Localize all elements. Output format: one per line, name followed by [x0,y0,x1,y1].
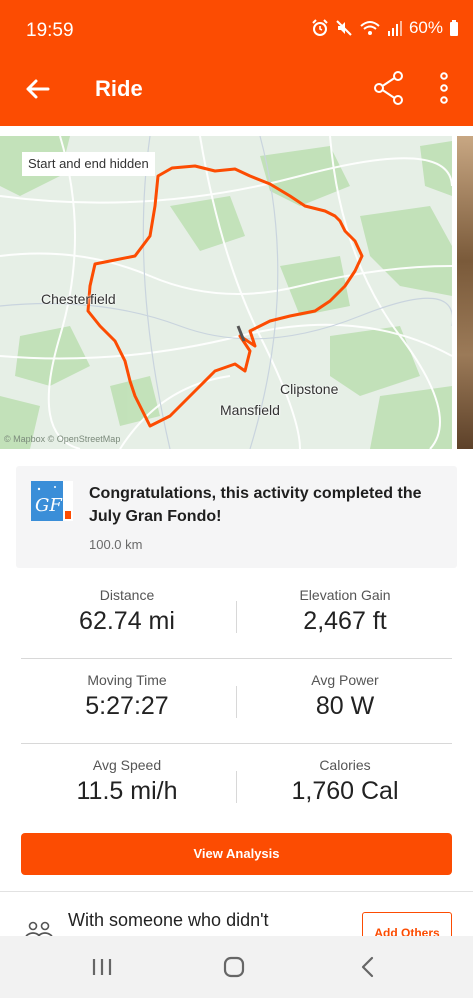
page-title: Ride [95,76,143,101]
stat-label-distance: Distance [99,587,155,603]
battery-percent: 60% [408,18,443,37]
gran-fondo-badge-icon: GF [31,481,73,521]
stat-value-elevation: 2,467 ft [303,607,387,635]
share-icon[interactable] [372,70,406,106]
photo-image [457,136,473,449]
signal-icon [387,21,402,36]
stat-row-divider [21,743,452,744]
place-label-clipstone: Clipstone [280,381,339,397]
status-time: 19:59 [26,20,74,41]
view-analysis-button[interactable]: View Analysis [21,833,452,875]
group-activity-text: With someone who didn't [68,910,269,930]
stat-row-divider [21,658,452,659]
status-bar: 19:59 60% [0,0,473,52]
stat-value-distance: 62.74 mi [79,607,175,635]
stat-divider [236,771,237,803]
recent-apps-icon[interactable] [90,955,114,979]
stat-label-elevation: Elevation Gain [299,587,391,603]
svg-text:GF: GF [35,495,63,516]
alarm-icon [312,19,328,36]
more-vertical-icon[interactable] [434,70,454,106]
challenge-title: Congratulations, this activity completed… [89,485,422,525]
people-icon [25,921,53,936]
system-nav-bar [0,936,473,998]
stat-label-avg-speed: Avg Speed [92,757,162,773]
stat-divider [236,601,237,633]
stat-value-moving-time: 5:27:27 [85,692,169,720]
place-label-mansfield: Mansfield [220,402,280,418]
stat-divider [236,686,237,718]
app-bar: Ride [0,52,473,126]
challenge-distance: 100.0 km [89,537,143,552]
privacy-label: Start and end hidden [22,152,155,176]
battery-icon [450,20,458,36]
section-divider [0,891,473,892]
stat-label-calories: Calories [319,757,371,773]
status-icons: 60% [311,18,459,38]
wifi-icon [360,21,380,35]
map-attribution: © Mapbox © OpenStreetMap [4,434,121,444]
home-icon[interactable] [222,955,246,979]
stat-label-moving-time: Moving Time [87,672,167,688]
photo-thumbnail[interactable] [457,136,473,449]
stat-value-avg-speed: 11.5 mi/h [76,777,178,805]
stat-label-avg-power: Avg Power [311,672,379,688]
mute-icon [336,20,352,36]
stat-value-avg-power: 80 W [315,692,375,720]
back-icon[interactable] [356,955,380,979]
back-arrow-icon[interactable] [22,74,52,104]
place-label-chesterfield: Chesterfield [41,291,116,307]
stat-value-calories: 1,760 Cal [291,777,399,805]
